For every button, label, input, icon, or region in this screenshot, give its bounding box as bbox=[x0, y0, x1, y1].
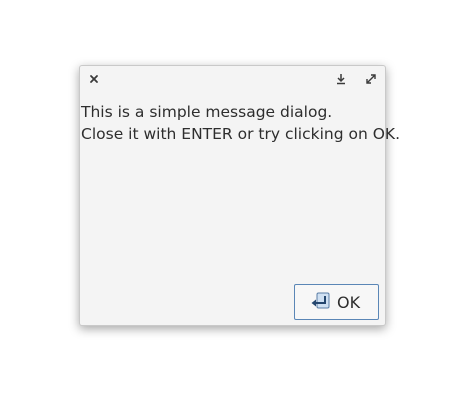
minimize-button[interactable] bbox=[332, 70, 350, 88]
dialog-message: This is a simple message dialog. Close i… bbox=[81, 101, 401, 145]
message-line: This is a simple message dialog. bbox=[81, 103, 333, 121]
minimize-icon bbox=[337, 74, 345, 85]
enter-key-icon bbox=[311, 292, 330, 309]
message-line: Close it with ENTER or try clicking on O… bbox=[81, 125, 401, 143]
maximize-button[interactable] bbox=[362, 70, 380, 88]
close-button[interactable] bbox=[85, 70, 103, 88]
maximize-icon bbox=[366, 74, 376, 84]
ok-button-label: OK bbox=[337, 292, 361, 312]
dialog-titlebar bbox=[80, 66, 385, 92]
close-icon bbox=[90, 75, 98, 83]
message-dialog: This is a simple message dialog. Close i… bbox=[79, 65, 401, 326]
ok-button[interactable]: OK bbox=[294, 284, 379, 320]
